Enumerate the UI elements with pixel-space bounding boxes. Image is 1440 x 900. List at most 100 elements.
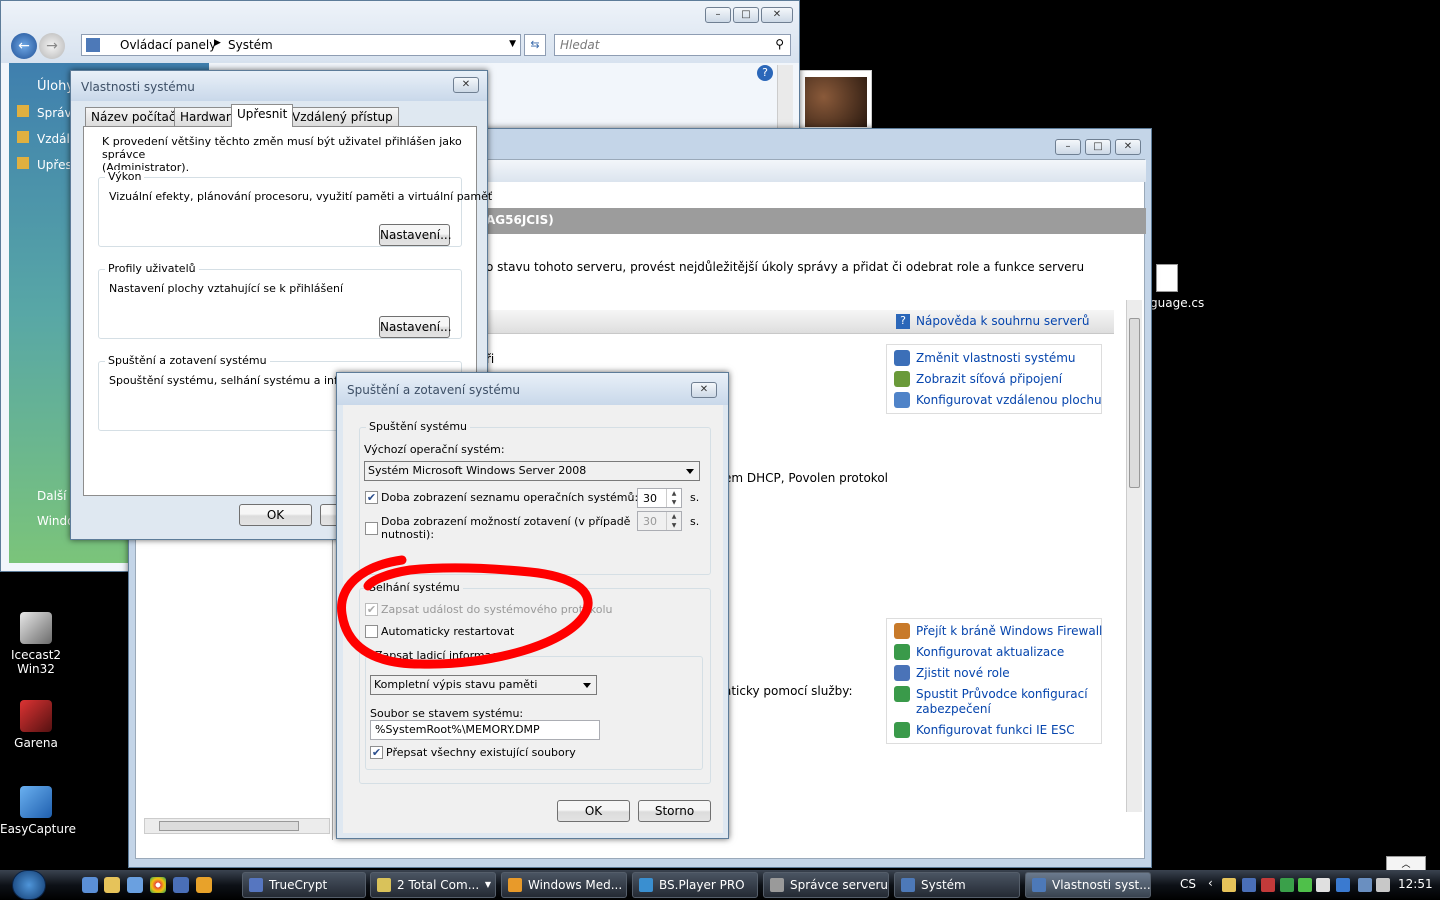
desktop-icon-icecast[interactable]: Icecast2 Win32 [0,612,72,676]
performance-text: Vizuální efekty, plánování procesoru, vy… [109,190,493,203]
show-list-checkbox[interactable]: ✔ [365,491,378,504]
maximize-button[interactable]: □ [733,7,759,23]
tray-ffa-icon[interactable] [1242,878,1256,892]
minimize-button[interactable]: – [705,7,731,23]
sidebar-item-1[interactable]: Vzdále [17,131,77,146]
close-button[interactable]: ✕ [1115,139,1141,155]
scroll-thumb[interactable] [1129,318,1140,488]
link-security-wizard-line2[interactable]: zabezpečení [916,702,991,716]
profiles-group: Profily uživatelů Nastavení plochy vztah… [98,262,462,339]
cancel-button[interactable]: Storno [638,800,711,822]
link-new-roles[interactable]: Zjistit nové role [916,666,1010,680]
link-security-wizard[interactable]: Spustit Průvodce konfigurací [916,687,1088,701]
switch-windows-icon[interactable] [127,877,143,893]
show-list-spinner[interactable]: 30 ▲ ▼ [637,488,682,508]
show-desktop-icon[interactable] [82,877,98,893]
link-firewall[interactable]: Přejít k bráně Windows Firewall [916,624,1102,638]
total-commander-icon [377,878,391,892]
link-network-connections[interactable]: Zobrazit síťová připojení [916,372,1062,386]
chevron-down-icon[interactable]: ▼ [509,39,516,49]
tray-security-icon[interactable] [1316,878,1330,892]
taskbar: TrueCrypt 2 Total Com... ▼ Windows Med...… [0,870,1440,900]
desktop-file-icon[interactable]: guage.cs [1150,264,1210,310]
clock[interactable]: 12:51 [1398,877,1433,891]
minimize-button[interactable]: – [1055,139,1081,155]
search-input[interactable]: Hledat [560,38,599,52]
default-os-select[interactable]: Systém Microsoft Windows Server 2008 [364,461,700,481]
tray-folder-icon[interactable] [1222,878,1236,892]
ie-esc-icon [894,722,910,738]
overwrite-checkbox[interactable]: ✔ [370,746,383,759]
desktop-icon-easycapture[interactable]: EasyCapture [0,786,77,836]
back-button[interactable]: ← [11,33,37,59]
write-event-checkbox[interactable]: ✔ [365,603,378,616]
link-updates[interactable]: Konfigurovat aktualizace [916,645,1064,659]
show-recovery-checkbox[interactable] [365,522,378,535]
breadcrumb-system[interactable]: Systém [228,38,273,52]
link-change-system-properties[interactable]: Změnit vlastnosti systému [916,351,1076,365]
link-ie-esc[interactable]: Konfigurovat funkci IE ESC [916,723,1075,737]
link-remote-desktop[interactable]: Konfigurovat vzdálenou plochu [916,393,1102,407]
performance-title: Výkon [105,170,145,183]
desktop-icon-label: EasyCapture [0,822,77,836]
address-bar[interactable]: Ovládací panely ▶ Systém ▼ [81,34,521,56]
profiles-text: Nastavení plochy vztahující se k přihláš… [109,282,344,295]
breadcrumb-ovladaci[interactable]: Ovládací panely [120,38,216,52]
sidebar-other-1[interactable]: Windo [37,514,75,528]
vertical-scrollbar[interactable] [1126,300,1142,812]
desktop-icon-label: Win32 [17,662,55,676]
media-player-quick-icon[interactable] [196,877,212,893]
profiles-settings-button[interactable]: Nastavení... [379,316,452,338]
task-system-properties[interactable]: Vlastnosti syst... [1025,872,1151,898]
task-bsplayer[interactable]: BS.Player PRO [632,872,758,898]
tree-pane-scrollbar[interactable] [144,818,330,834]
updates-icon [894,644,910,660]
close-button[interactable]: ✕ [691,382,717,398]
tab-remote[interactable]: Vzdálený přístup [286,107,399,127]
help-icon: ? [896,314,910,329]
task-total-commander[interactable]: 2 Total Com... ▼ [370,872,496,898]
close-button[interactable]: ✕ [453,77,479,93]
start-button[interactable] [12,870,46,900]
forward-button[interactable]: → [39,33,65,59]
scrollbar[interactable] [777,65,793,129]
desktop-icon-garena[interactable]: Garena [0,700,72,750]
language-indicator[interactable]: CS [1180,877,1196,891]
task-system[interactable]: Systém [894,872,1020,898]
volume-icon[interactable] [1376,878,1390,892]
security-wizard-icon [894,686,910,702]
windows-explorer-icon[interactable] [104,877,120,893]
ok-button[interactable]: OK [557,800,630,822]
tray-shield-icon[interactable] [1298,878,1312,892]
desktop-icon-label: Garena [14,736,58,750]
task-truecrypt[interactable]: TrueCrypt [242,872,366,898]
tab-advanced[interactable]: Upřesnit [231,104,294,127]
show-recovery-spinner[interactable]: 30 ▲ ▼ [637,511,682,531]
truecrypt-quick-icon[interactable] [173,877,189,893]
chrome-icon[interactable] [150,877,166,893]
network-icon[interactable] [1358,878,1372,892]
document-icon [1156,264,1178,292]
auto-restart-checkbox[interactable] [365,625,378,638]
sidebar-title: Úlohy [37,79,75,94]
close-button[interactable]: ✕ [761,7,793,23]
search-icon: ⚲ [775,37,784,51]
dump-file-input[interactable]: %SystemRoot%\MEMORY.DMP [370,720,600,740]
help-link[interactable]: Nápověda k souhrnu serverů [916,314,1089,328]
maximize-button[interactable]: □ [1085,139,1111,155]
server-manager-icon [770,878,784,892]
task-windows-media[interactable]: Windows Med... [501,872,627,898]
tray-update-icon[interactable] [1336,878,1350,892]
system-properties-icon [1032,878,1046,892]
desktop-corner-widget[interactable]: ︿ [1386,856,1426,870]
tray-ffu-icon[interactable] [1261,878,1275,892]
refresh-button[interactable]: ⇆ [524,34,546,56]
tray-app-icon[interactable] [1280,878,1294,892]
performance-settings-button[interactable]: Nastavení... [379,224,452,246]
help-icon[interactable]: ? [757,65,773,81]
search-box[interactable]: Hledat ⚲ [554,34,791,56]
tray-expand-icon[interactable]: ‹ [1208,876,1213,890]
debug-info-select[interactable]: Kompletní výpis stavu paměti [370,675,597,695]
ok-button[interactable]: OK [239,504,312,526]
task-server-manager[interactable]: Správce serveru [763,872,889,898]
